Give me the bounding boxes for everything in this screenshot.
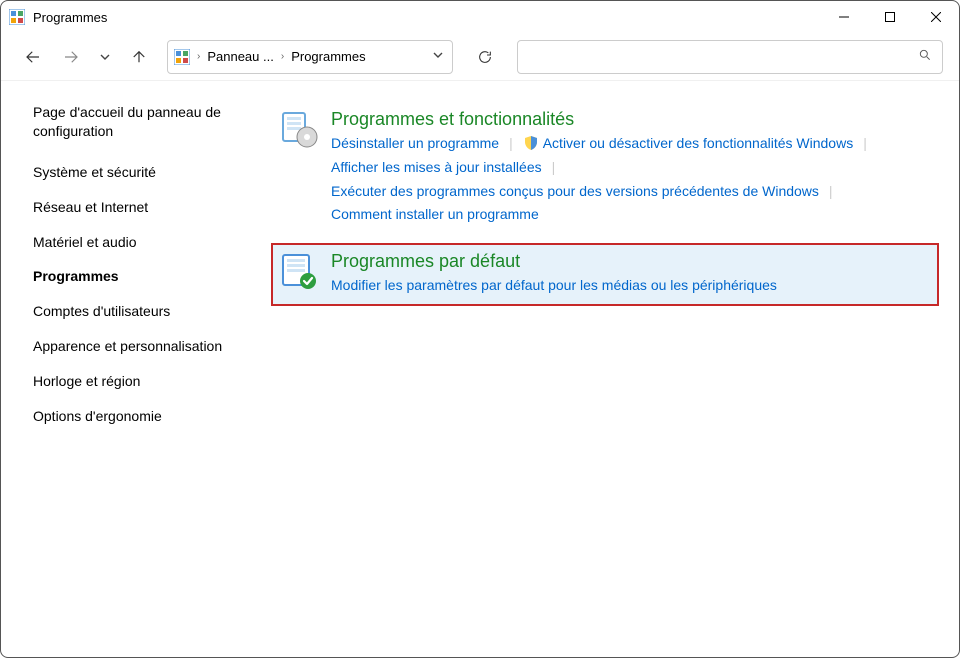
- left-nav: Page d'accueil du panneau de configurati…: [1, 101, 271, 657]
- separator: |: [542, 156, 566, 180]
- titlebar-left: Programmes: [9, 9, 107, 25]
- link-default-media-settings[interactable]: Modifier les paramètres par défaut pour …: [331, 274, 777, 298]
- programs-features-icon: [279, 109, 319, 149]
- control-panel-window: Programmes: [0, 0, 960, 658]
- category-links: Désinstaller un programme | Activer ou d…: [331, 132, 931, 227]
- category-title-defaults[interactable]: Programmes par défaut: [331, 251, 931, 272]
- category-title-features[interactable]: Programmes et fonctionnalités: [331, 109, 931, 130]
- link-windows-features[interactable]: Activer ou désactiver des fonctionnalité…: [523, 132, 853, 156]
- chevron-right-icon[interactable]: ›: [194, 51, 203, 62]
- breadcrumb-part[interactable]: Panneau ...: [207, 49, 274, 64]
- nav-item-programs[interactable]: Programmes: [33, 265, 261, 288]
- refresh-button[interactable]: [471, 43, 499, 71]
- titlebar: Programmes: [1, 1, 959, 33]
- category-programs-features: Programmes et fonctionnalités Désinstall…: [271, 101, 939, 235]
- nav-item-clock[interactable]: Horloge et région: [33, 370, 261, 393]
- nav-item-accounts[interactable]: Comptes d'utilisateurs: [33, 300, 261, 323]
- addressbar-icon: [174, 49, 190, 65]
- breadcrumb-part[interactable]: Programmes: [291, 49, 365, 64]
- link-view-updates[interactable]: Afficher les mises à jour installées: [331, 156, 542, 180]
- category-default-programs: Programmes par défaut Modifier les param…: [271, 243, 939, 306]
- chevron-down-icon[interactable]: [430, 50, 446, 63]
- default-programs-icon: [279, 251, 319, 291]
- control-panel-icon: [9, 9, 25, 25]
- maximize-button[interactable]: [867, 1, 913, 33]
- shield-icon: [523, 135, 539, 151]
- link-compat-mode[interactable]: Exécuter des programmes conçus pour des …: [331, 180, 819, 204]
- nav-home[interactable]: Page d'accueil du panneau de configurati…: [33, 101, 261, 143]
- window-title: Programmes: [33, 10, 107, 25]
- chevron-right-icon[interactable]: ›: [278, 51, 287, 62]
- body: Page d'accueil du panneau de configurati…: [1, 81, 959, 657]
- content: Programmes et fonctionnalités Désinstall…: [271, 101, 959, 657]
- recent-locations-button[interactable]: [99, 47, 111, 67]
- close-button[interactable]: [913, 1, 959, 33]
- separator: |: [819, 180, 843, 204]
- minimize-button[interactable]: [821, 1, 867, 33]
- link-uninstall-program[interactable]: Désinstaller un programme: [331, 132, 499, 156]
- separator: |: [853, 132, 877, 156]
- addressbar[interactable]: › Panneau ... › Programmes: [167, 40, 453, 74]
- link-how-to-install[interactable]: Comment installer un programme: [331, 203, 539, 227]
- nav-item-ease[interactable]: Options d'ergonomie: [33, 405, 261, 428]
- up-button[interactable]: [129, 47, 149, 67]
- nav-item-system[interactable]: Système et sécurité: [33, 161, 261, 184]
- nav-item-network[interactable]: Réseau et Internet: [33, 196, 261, 219]
- search-input[interactable]: [517, 40, 943, 74]
- nav-item-appearance[interactable]: Apparence et personnalisation: [33, 335, 261, 358]
- window-controls: [821, 1, 959, 33]
- separator: |: [499, 132, 523, 156]
- nav-item-hardware[interactable]: Matériel et audio: [33, 231, 261, 254]
- category-links: Modifier les paramètres par défaut pour …: [331, 274, 931, 298]
- toolbar: › Panneau ... › Programmes: [1, 33, 959, 81]
- search-icon: [918, 48, 932, 65]
- back-button[interactable]: [23, 47, 43, 67]
- forward-button[interactable]: [61, 47, 81, 67]
